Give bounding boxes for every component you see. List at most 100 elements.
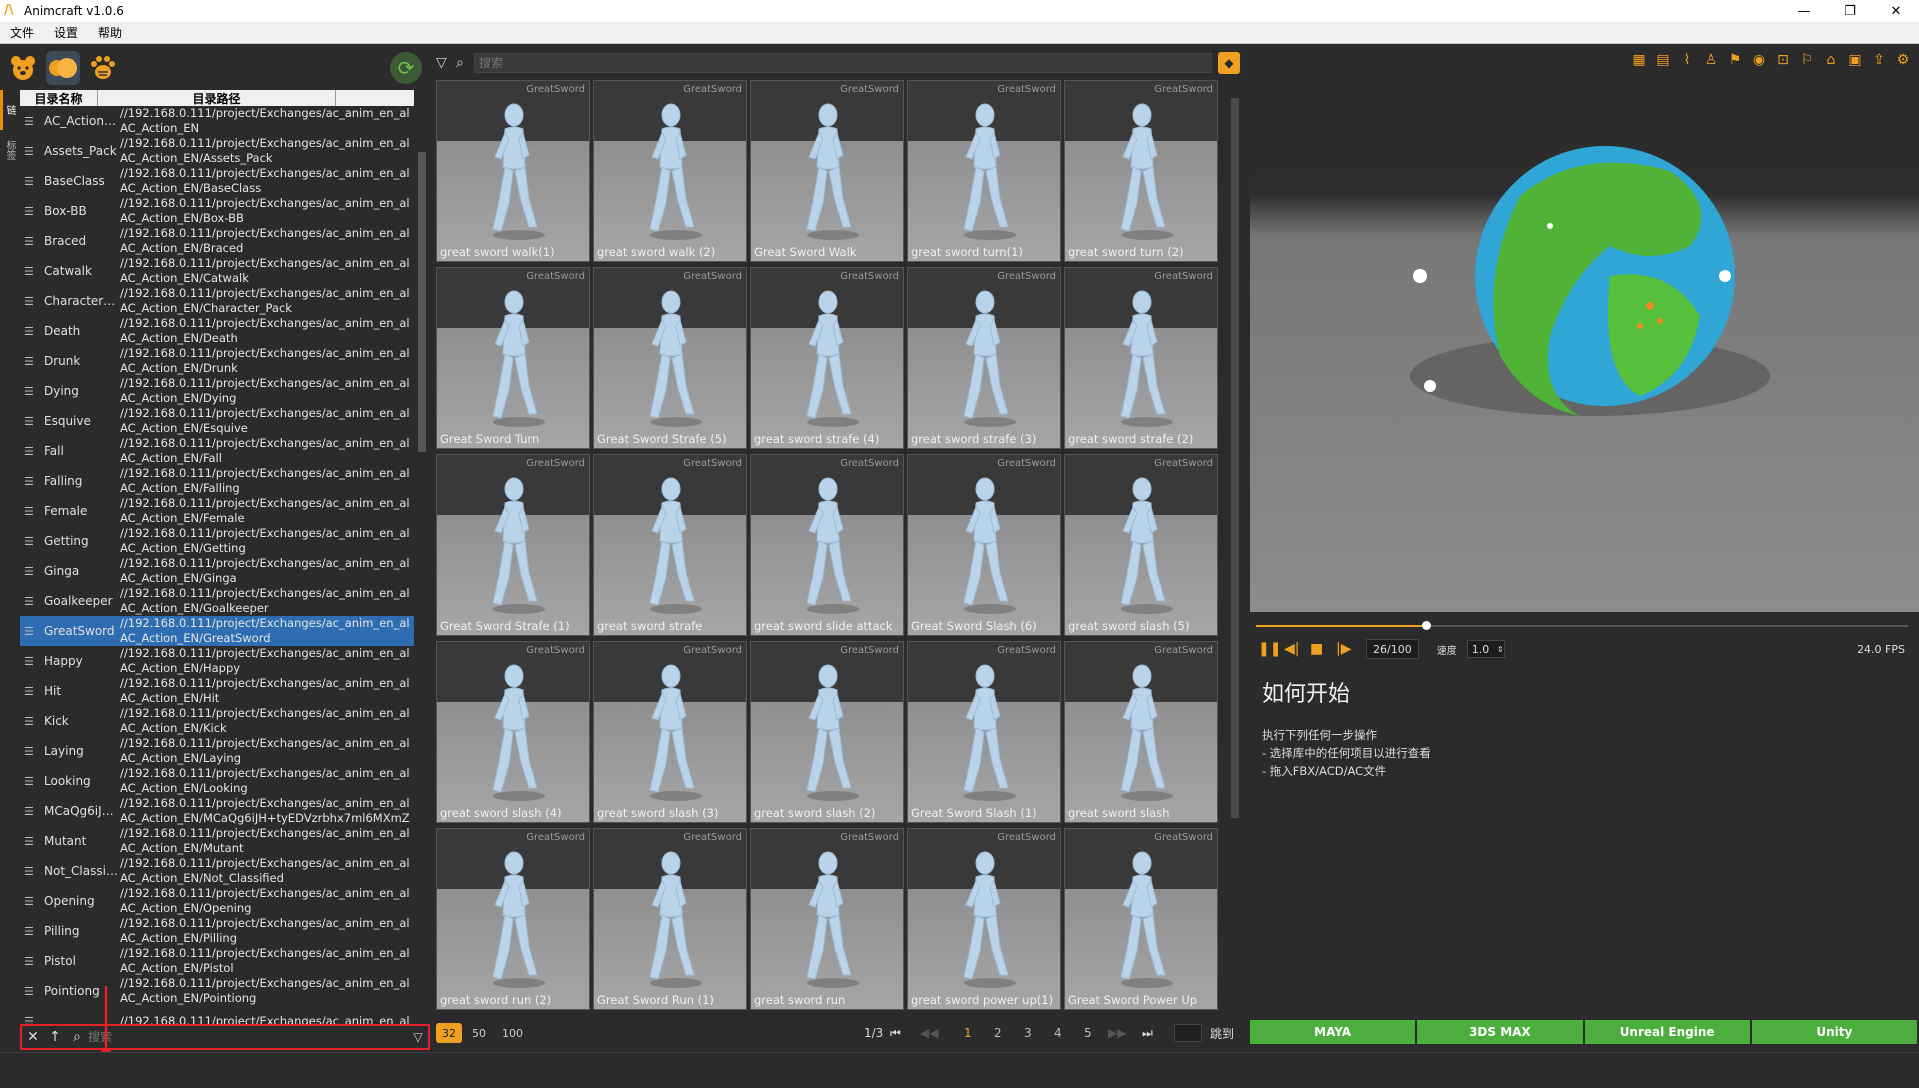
column-header-name[interactable]: 目录名称 [20, 90, 98, 106]
tree-row[interactable]: ☰ Goalkeeper //192.168.0.111/project/Excha… [20, 586, 414, 616]
bone-icon[interactable]: ⌇ [1677, 50, 1697, 70]
page-3[interactable]: 3 [1024, 1026, 1032, 1040]
page-5[interactable]: 5 [1084, 1026, 1092, 1040]
3d-viewport[interactable] [1250, 76, 1919, 612]
light-icon[interactable]: ◉ [1749, 50, 1769, 70]
page-size-50[interactable]: 50 [466, 1023, 492, 1043]
tree-row[interactable]: ☰ Falling //192.168.0.111/project/Exchange… [20, 466, 414, 496]
animation-thumbnail[interactable]: GreatSword Great Sword Power Up [1064, 828, 1218, 1010]
animation-thumbnail[interactable]: GreatSword great sword strafe (4) [750, 267, 904, 449]
jump-button[interactable]: 跳到 [1210, 1025, 1234, 1042]
tree-row[interactable]: ☰ Mutant //192.168.0.111/project/Exchanges… [20, 826, 414, 856]
filter-icon[interactable]: ▽ [436, 55, 456, 71]
tree-row[interactable]: ☰ Pointiong//192.168.0.111/project/Exchan… [20, 976, 414, 1006]
pause-icon[interactable]: ❚❚ [1258, 641, 1281, 657]
animation-thumbnail[interactable]: GreatSword Great Sword Strafe (1) [436, 454, 590, 636]
tree-row[interactable]: ☰ Happy //192.168.0.111/project/Exchanges/… [20, 646, 414, 676]
prev-page-button[interactable]: ◀◀ [920, 1026, 938, 1040]
animation-thumbnail[interactable]: GreatSword great sword strafe (2) [1064, 267, 1218, 449]
tree-row[interactable]: ☰ Dying //192.168.0.111/project/Exchanges/… [20, 376, 414, 406]
animation-thumbnail[interactable]: GreatSword Great Sword Strafe (5) [593, 267, 747, 449]
animation-thumbnail[interactable]: GreatSword Great Sword Slash (1) [907, 641, 1061, 823]
refresh-icon[interactable]: ⟳ [390, 52, 422, 84]
tree-row[interactable]: ☰ Character_...//192.168.0.111/project/Ex… [20, 286, 414, 316]
flag-icon[interactable]: ⚐ [1797, 50, 1817, 70]
bear-icon[interactable] [6, 51, 40, 85]
tree-row[interactable]: ☰ Not_Classifi...//192.168.0.111/project/… [20, 856, 414, 886]
library-scrollbar[interactable] [1228, 80, 1242, 1014]
animation-thumbnail[interactable]: GreatSword great sword slash (4) [436, 641, 590, 823]
frame-counter[interactable]: 26/100 [1366, 639, 1419, 659]
hanger-icon[interactable]: ⌂ [1821, 50, 1841, 70]
speed-stepper[interactable]: 1.0 ⇕ [1466, 640, 1505, 658]
column-header-path[interactable]: 目录路径 [98, 90, 336, 106]
page-1[interactable]: 1 [964, 1026, 972, 1040]
page-2[interactable]: 2 [994, 1026, 1002, 1040]
run-icon[interactable]: ⚑ [1725, 50, 1745, 70]
animation-thumbnail[interactable]: GreatSword Great Sword Slash (6) [907, 454, 1061, 636]
tree-row[interactable]: ☰ Esquive //192.168.0.111/project/Exchange… [20, 406, 414, 436]
tree-row[interactable]: ☰ Kick //192.168.0.111/project/Exchanges/a… [20, 706, 414, 736]
clear-icon[interactable]: ✕ [22, 1029, 44, 1045]
tree-row[interactable]: ☰ Opening //192.168.0.111/project/Exchange… [20, 886, 414, 916]
tree-row[interactable]: ☰ Looking //192.168.0.111/project/Exchange… [20, 766, 414, 796]
animation-thumbnail[interactable]: GreatSword great sword walk(1) [436, 80, 590, 262]
animation-thumbnail[interactable]: GreatSword great sword slash (3) [593, 641, 747, 823]
tree-row[interactable]: ☰ Getting //192.168.0.111/project/Exchange… [20, 526, 414, 556]
page-4[interactable]: 4 [1054, 1026, 1062, 1040]
timeline[interactable] [1250, 616, 1919, 636]
animation-thumbnail[interactable]: GreatSword great sword power up(1) [907, 828, 1061, 1010]
character-icon[interactable]: ♙ [1701, 50, 1721, 70]
animation-thumbnail[interactable]: GreatSword great sword slash (5) [1064, 454, 1218, 636]
jump-page-input[interactable] [1174, 1024, 1202, 1042]
menu-file[interactable]: 文件 [0, 24, 44, 41]
tree-row[interactable]: ☰ AC_Action_...//192.168.0.111/project/Ex… [20, 106, 414, 136]
stepper-arrows-icon[interactable]: ⇕ [1497, 645, 1504, 654]
floor-icon[interactable]: ▤ [1653, 50, 1673, 70]
tree-row[interactable]: ☰ Drunk //192.168.0.111/project/Exchanges/… [20, 346, 414, 376]
animation-thumbnail[interactable]: GreatSword great sword run [750, 828, 904, 1010]
tree-row[interactable]: ☰ Ginga //192.168.0.111/project/Exchanges/… [20, 556, 414, 586]
page-size-32[interactable]: 32 [436, 1023, 462, 1043]
tree-row[interactable]: ☰ MCaQg6iJH +tyEDVzrbh...//192.168.0.111/… [20, 796, 414, 826]
timeline-handle[interactable] [1421, 621, 1431, 630]
tab-tags[interactable]: 标签 [0, 130, 16, 170]
step-forward-icon[interactable]: |▶ [1336, 641, 1354, 657]
tree-scrollbar[interactable] [416, 136, 428, 1062]
restore-button[interactable]: ❐ [1827, 0, 1873, 22]
up-arrow-icon[interactable]: ↑ [44, 1029, 66, 1045]
menu-settings[interactable]: 设置 [44, 24, 88, 41]
animation-thumbnail[interactable]: GreatSword great sword turn (2) [1064, 80, 1218, 262]
clapper-icon[interactable]: ▣ [1845, 50, 1865, 70]
tree-scroll-thumb[interactable] [418, 152, 426, 452]
export-3dsmax-button[interactable]: 3DS MAX [1417, 1020, 1583, 1044]
tree-row[interactable]: ☰ Pilling //192.168.0.111/project/Exchange… [20, 916, 414, 946]
tree-row[interactable]: ☰ Catwalk //192.168.0.111/project/Exchange… [20, 256, 414, 286]
animation-thumbnail[interactable]: GreatSword great sword strafe (3) [907, 267, 1061, 449]
filter-icon[interactable]: ▽ [408, 1030, 428, 1044]
library-scroll-thumb[interactable] [1231, 98, 1239, 818]
animation-thumbnail[interactable]: GreatSword Great Sword Turn [436, 267, 590, 449]
tree-row[interactable]: ☰ Death //192.168.0.111/project/Exchanges/… [20, 316, 414, 346]
tab-chain[interactable]: 链 [0, 90, 16, 130]
export-unreal-button[interactable]: Unreal Engine [1584, 1020, 1750, 1044]
animation-thumbnail[interactable]: GreatSword Great Sword Run (1) [593, 828, 747, 1010]
close-window-button[interactable]: ✕ [1873, 0, 1919, 22]
animation-thumbnail[interactable]: GreatSword great sword run (2) [436, 828, 590, 1010]
stop-icon[interactable]: ■ [1310, 641, 1328, 657]
tree-row[interactable]: ☰ Female //192.168.0.111/project/Exchanges… [20, 496, 414, 526]
tree-row[interactable]: ☰ Braced //192.168.0.111/project/Exchanges… [20, 226, 414, 256]
directory-search-input[interactable] [88, 1028, 408, 1046]
animation-thumbnail[interactable]: GreatSword great sword walk (2) [593, 80, 747, 262]
export-icon[interactable]: ⇪ [1869, 50, 1889, 70]
animation-thumbnail[interactable]: GreatSword great sword slash [1064, 641, 1218, 823]
tree-row[interactable]: ☰ Pistol //192.168.0.111/project/Exchanges… [20, 946, 414, 976]
tree-row[interactable]: ☰ Box-BB //192.168.0.111/project/Exchanges… [20, 196, 414, 226]
library-search-input[interactable] [474, 53, 1212, 73]
camera-icon[interactable]: ⊡ [1773, 50, 1793, 70]
first-page-button[interactable]: ⏮ [890, 1026, 901, 1041]
tree-row[interactable]: ☰ BaseClass //192.168.0.111/project/Exchan… [20, 166, 414, 196]
paw-icon[interactable] [86, 51, 120, 85]
minimize-button[interactable]: — [1781, 0, 1827, 22]
next-page-button[interactable]: ▶▶ [1108, 1026, 1126, 1040]
